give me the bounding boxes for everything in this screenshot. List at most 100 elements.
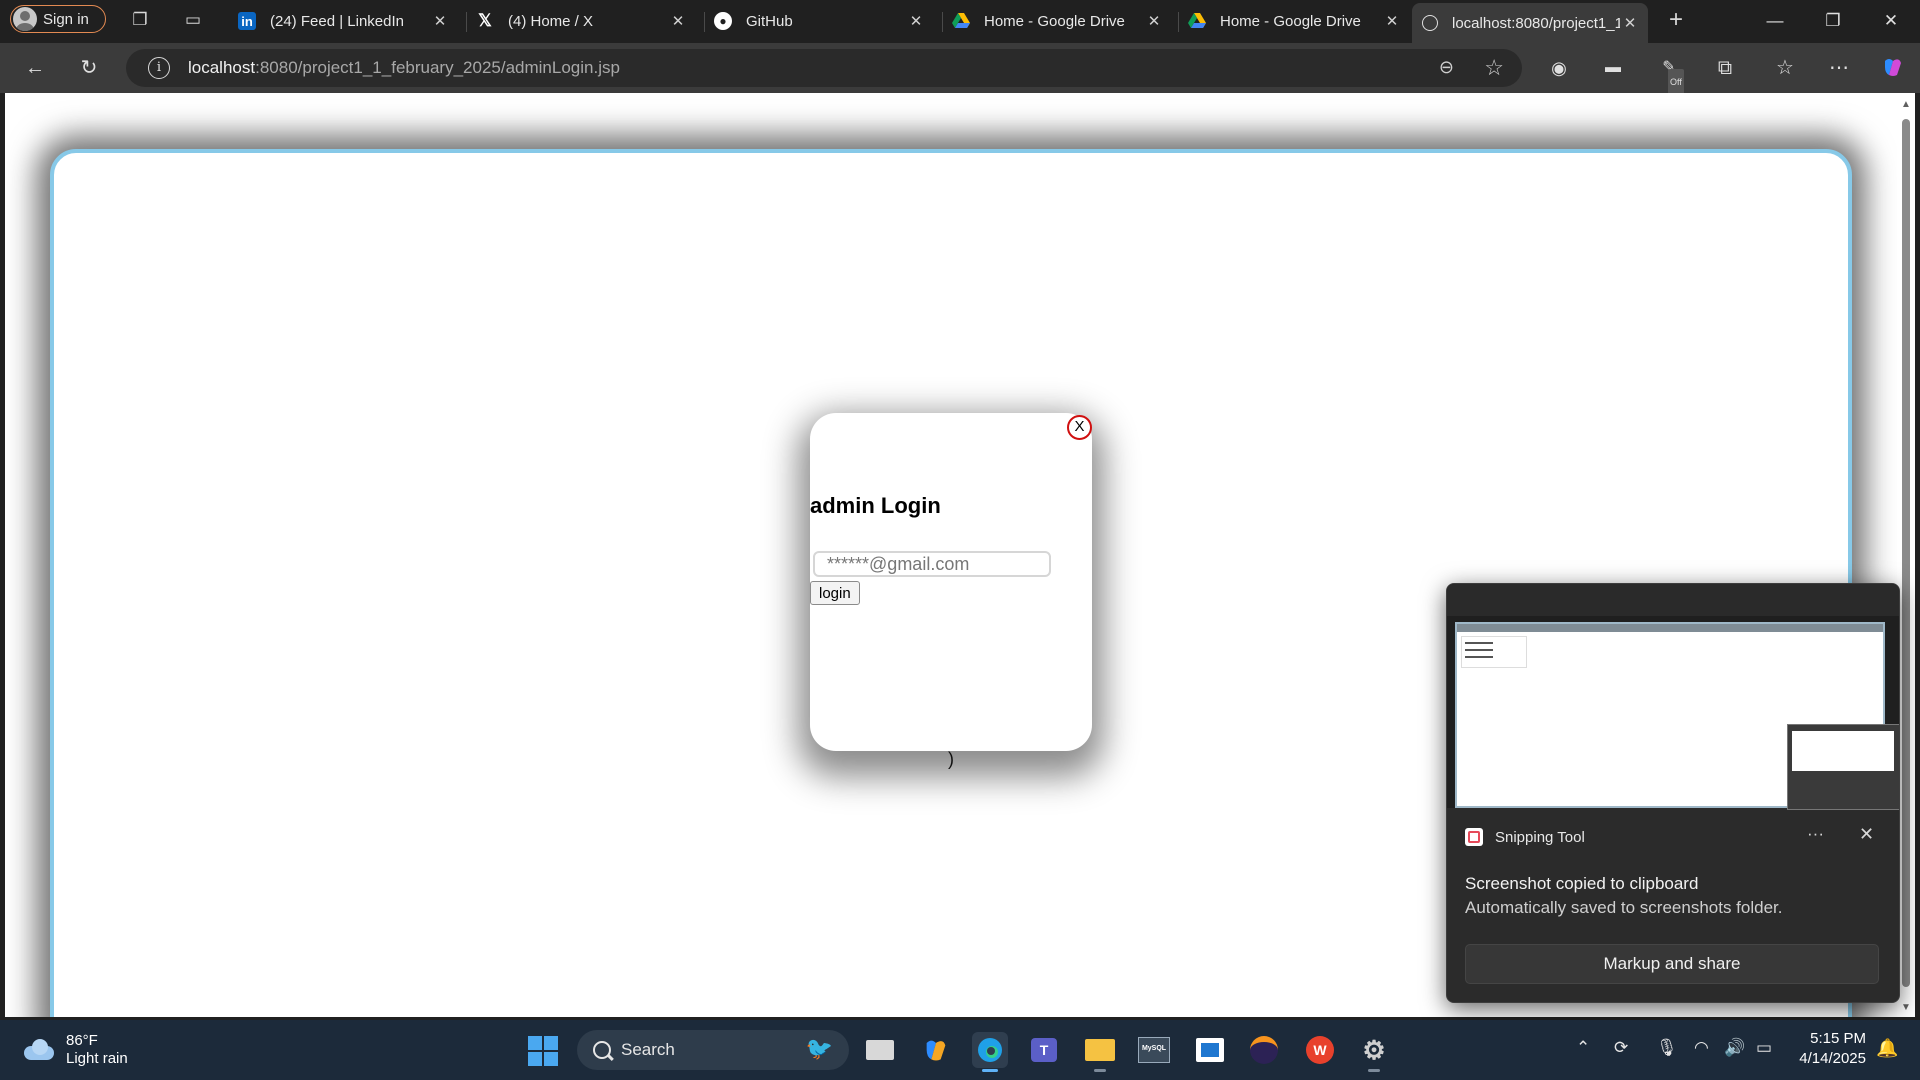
notification-app-name: Snipping Tool bbox=[1495, 828, 1585, 846]
show-hidden-icons-chevron-icon[interactable]: ⌃ bbox=[1576, 1038, 1590, 1058]
tab-close-icon[interactable]: ✕ bbox=[1382, 12, 1402, 30]
url-path: :8080/project1_1_february_2025/adminLogi… bbox=[255, 58, 620, 77]
tab-github[interactable]: ● GitHub ✕ bbox=[704, 3, 934, 39]
notification-app: Snipping Tool bbox=[1465, 828, 1585, 846]
favorite-star-icon[interactable]: ☆ bbox=[1484, 55, 1504, 81]
copilot-icon[interactable] bbox=[1880, 55, 1906, 81]
snipping-tool-notification: Snipping Tool ··· ✕ Screenshot copied to… bbox=[1446, 583, 1900, 1003]
notification-title: Screenshot copied to clipboard bbox=[1465, 874, 1699, 893]
extension-off-icon[interactable]: ✎ Off bbox=[1656, 55, 1684, 95]
modal-heading: admin Login bbox=[810, 493, 941, 518]
tab-close-icon[interactable]: ✕ bbox=[906, 12, 926, 30]
start-windows-icon[interactable] bbox=[528, 1036, 558, 1066]
tab-localhost-active[interactable]: localhost:8080/project1_1 ✕ bbox=[1412, 3, 1648, 43]
wifi-icon[interactable]: ◠ bbox=[1694, 1038, 1709, 1058]
tab-strip: Sign in ❐ ▭ in (24) Feed | LinkedIn ✕ 𝕏 … bbox=[0, 0, 1920, 43]
workspaces-icon[interactable]: ❐ bbox=[130, 10, 150, 30]
weather-temp: 86°F bbox=[66, 1032, 98, 1049]
minimize-icon[interactable]: — bbox=[1752, 6, 1798, 36]
volume-icon[interactable]: 🔊 bbox=[1724, 1038, 1745, 1058]
google-drive-icon bbox=[1188, 12, 1206, 30]
zoom-icon[interactable]: ⊖ bbox=[1439, 57, 1454, 78]
search-label: Search bbox=[621, 1040, 675, 1059]
microsoft-store-icon[interactable] bbox=[1192, 1032, 1228, 1068]
edge-icon[interactable] bbox=[972, 1032, 1008, 1072]
settings-gear-icon[interactable]: ⚙ bbox=[1356, 1032, 1392, 1072]
avatar-icon bbox=[13, 7, 37, 31]
profile-sign-in-button[interactable]: Sign in bbox=[10, 5, 106, 33]
tab-title: GitHub bbox=[746, 12, 793, 30]
taskbar-search[interactable]: Search 🐦 bbox=[577, 1030, 849, 1070]
tab-title: localhost:8080/project1_1 bbox=[1452, 14, 1620, 32]
scroll-up-icon[interactable]: ▲ bbox=[1901, 99, 1911, 110]
search-icon bbox=[593, 1041, 611, 1059]
copilot-app-icon[interactable] bbox=[918, 1032, 954, 1068]
google-drive-icon bbox=[952, 12, 970, 30]
mysql-workbench-icon[interactable]: MySQL bbox=[1136, 1032, 1172, 1068]
clock-time: 5:15 PM bbox=[1810, 1030, 1866, 1047]
tab-close-icon[interactable]: ✕ bbox=[1144, 12, 1164, 30]
tab-google-drive-1[interactable]: Home - Google Drive ✕ bbox=[942, 3, 1172, 39]
github-icon: ● bbox=[714, 12, 732, 30]
weather-condition: Light rain bbox=[66, 1050, 128, 1067]
markup-and-share-button[interactable]: Markup and share bbox=[1465, 944, 1879, 984]
tab-linkedin[interactable]: in (24) Feed | LinkedIn ✕ bbox=[228, 3, 458, 39]
tab-close-icon[interactable]: ✕ bbox=[1620, 14, 1640, 32]
system-clock[interactable]: 5:15 PM 4/14/2025 bbox=[1790, 1029, 1866, 1069]
tab-x[interactable]: 𝕏 (4) Home / X ✕ bbox=[466, 3, 696, 39]
extension-off-badge: Off bbox=[1668, 69, 1684, 95]
task-view-icon[interactable] bbox=[862, 1032, 898, 1068]
tab-title: Home - Google Drive bbox=[1220, 12, 1361, 30]
stray-text: ) bbox=[948, 749, 954, 769]
weather-widget[interactable]: 86°F Light rain bbox=[22, 1032, 128, 1068]
new-tab-icon[interactable]: + bbox=[1666, 8, 1686, 32]
search-highlight-bird-icon: 🐦 bbox=[805, 1036, 833, 1061]
x-icon: 𝕏 bbox=[478, 11, 492, 30]
site-info-icon[interactable]: i bbox=[148, 57, 170, 79]
notification-close-icon[interactable]: ✕ bbox=[1859, 824, 1874, 845]
tab-close-icon[interactable]: ✕ bbox=[430, 12, 450, 30]
tab-google-drive-2[interactable]: Home - Google Drive ✕ bbox=[1178, 3, 1410, 39]
login-button[interactable]: login bbox=[810, 581, 860, 605]
scroll-down-icon[interactable]: ▼ bbox=[1901, 1002, 1911, 1013]
battery-icon[interactable]: ▭ bbox=[1756, 1038, 1772, 1058]
file-explorer-icon[interactable] bbox=[1082, 1032, 1118, 1072]
globe-icon bbox=[1422, 15, 1438, 31]
notification-more-button[interactable]: ··· bbox=[1807, 824, 1824, 844]
scrollbar-thumb[interactable] bbox=[1902, 119, 1910, 987]
url-host: localhost bbox=[188, 58, 256, 77]
tab-title: Home - Google Drive bbox=[984, 12, 1125, 30]
window-close-icon[interactable]: ✕ bbox=[1868, 6, 1914, 36]
clock-date: 4/14/2025 bbox=[1799, 1050, 1866, 1067]
notification-body: Automatically saved to screenshots folde… bbox=[1465, 898, 1783, 917]
restore-icon[interactable]: ❐ bbox=[1810, 6, 1856, 36]
snipping-tool-icon bbox=[1465, 828, 1483, 846]
sync-icon[interactable]: ⟳ bbox=[1614, 1038, 1628, 1058]
tab-title: (4) Home / X bbox=[508, 12, 594, 30]
address-bar[interactable]: i localhost:8080/project1_1_february_202… bbox=[126, 49, 1522, 87]
eclipse-icon[interactable] bbox=[1246, 1032, 1282, 1068]
browser-toolbar: ← ↻ i localhost:8080/project1_1_february… bbox=[0, 43, 1920, 95]
screenshot-camera-icon[interactable]: ◉ bbox=[1546, 55, 1572, 81]
email-input[interactable] bbox=[813, 551, 1051, 577]
more-menu-icon[interactable]: ⋯ bbox=[1826, 55, 1852, 81]
screenshot-preview-image[interactable] bbox=[1447, 584, 1899, 810]
favorites-icon[interactable]: ☆ bbox=[1772, 55, 1798, 81]
wps-office-icon[interactable]: W bbox=[1302, 1032, 1338, 1068]
profile-label: Sign in bbox=[43, 10, 89, 28]
modal-close-button[interactable]: X bbox=[1067, 415, 1092, 440]
linkedin-icon: in bbox=[238, 12, 256, 30]
rain-cloud-icon bbox=[22, 1038, 56, 1062]
refresh-icon[interactable]: ↻ bbox=[76, 55, 102, 81]
extensions-puzzle-icon[interactable]: ⧉ bbox=[1712, 55, 1738, 81]
tab-close-icon[interactable]: ✕ bbox=[668, 12, 688, 30]
microphone-icon[interactable]: 🎙 bbox=[1656, 1038, 1678, 1058]
notification-bell-icon[interactable]: 🔔 bbox=[1876, 1038, 1898, 1059]
back-arrow-icon[interactable]: ← bbox=[22, 55, 48, 81]
tab-title: (24) Feed | LinkedIn bbox=[270, 12, 404, 30]
teams-icon[interactable]: T bbox=[1026, 1032, 1062, 1068]
taskbar: 86°F Light rain Search 🐦 T MySQL W ⚙ ⌃ ⟳… bbox=[0, 1020, 1920, 1080]
admin-login-modal: X admin Login login bbox=[810, 413, 1092, 751]
vertical-tabs-icon[interactable]: ▭ bbox=[183, 10, 203, 30]
extension-hat-icon[interactable]: ▬ bbox=[1600, 55, 1626, 81]
